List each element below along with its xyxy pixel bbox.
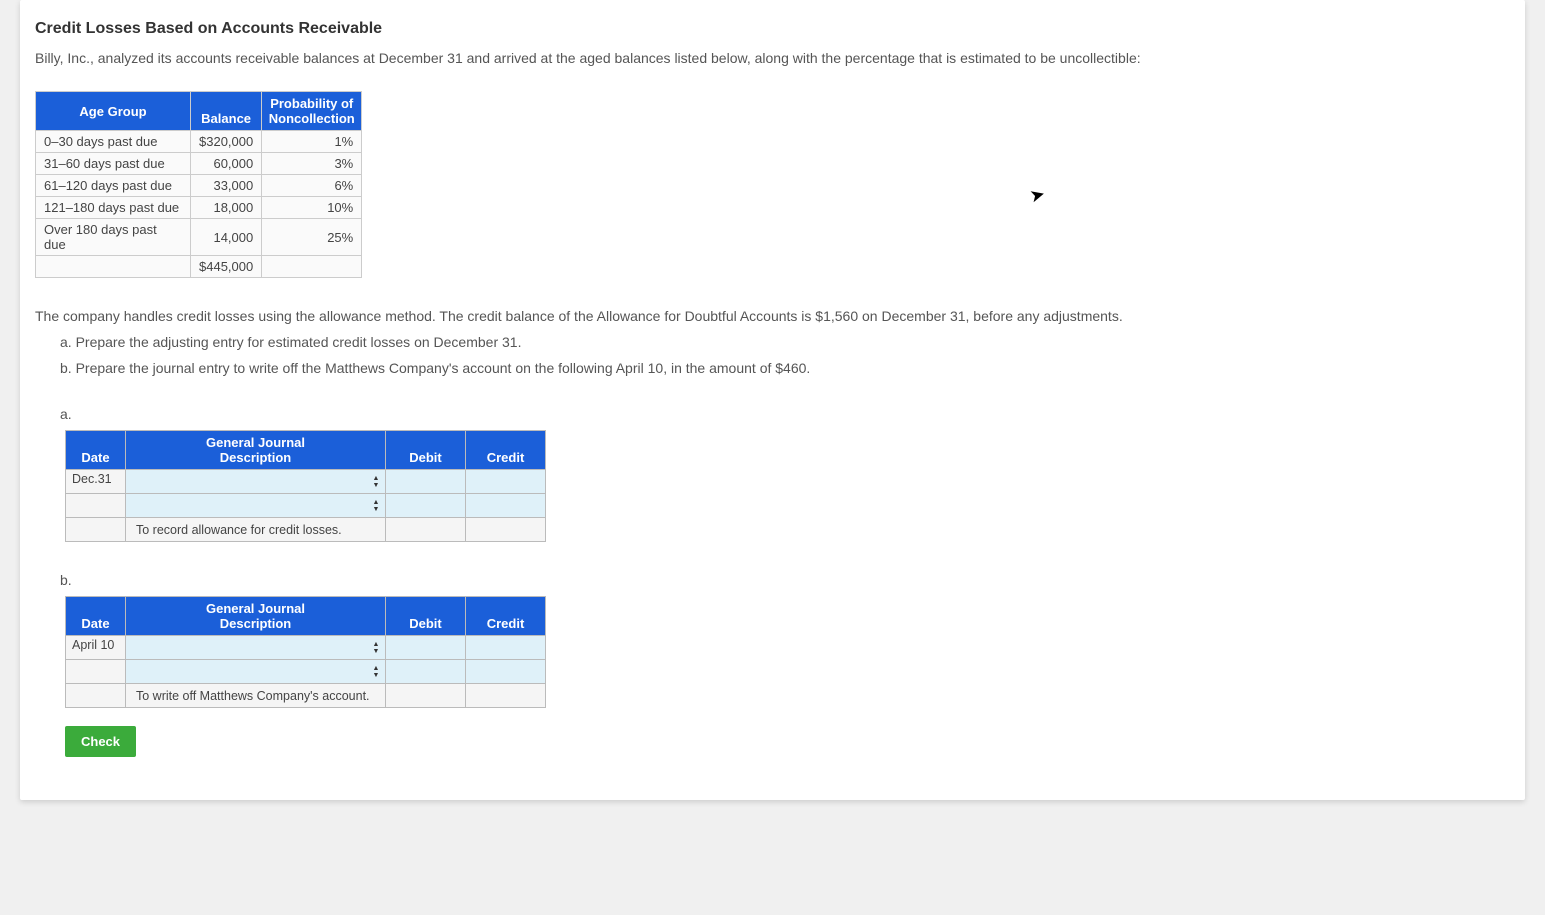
gj-header: General Journal bbox=[126, 431, 386, 451]
desc-header: Description bbox=[126, 450, 386, 470]
page-title: Credit Losses Based on Accounts Receivab… bbox=[35, 20, 1510, 38]
question-a: a. Prepare the adjusting entry for estim… bbox=[60, 334, 1510, 350]
date-cell-a: Dec.31 bbox=[66, 470, 126, 494]
date-header: Date bbox=[66, 431, 126, 470]
body-text: The company handles credit losses using … bbox=[35, 308, 1510, 324]
credit-input-b1[interactable] bbox=[466, 636, 546, 660]
table-row: Over 180 days past due 14,000 25% bbox=[36, 219, 362, 256]
section-b-label: b. bbox=[60, 572, 1510, 588]
credit-header: Credit bbox=[466, 597, 546, 636]
question-panel: Credit Losses Based on Accounts Receivab… bbox=[20, 0, 1525, 800]
desc-input-b1[interactable] bbox=[126, 636, 386, 660]
desc-input-a2[interactable] bbox=[126, 494, 386, 518]
cursor-icon: ➤ bbox=[1028, 183, 1048, 207]
stepper-icon[interactable] bbox=[369, 664, 383, 680]
stepper-icon[interactable] bbox=[369, 640, 383, 656]
memo-b: To write off Matthews Company's account. bbox=[126, 684, 386, 708]
intro-text: Billy, Inc., analyzed its accounts recei… bbox=[35, 50, 1510, 66]
memo-a: To record allowance for credit losses. bbox=[126, 518, 386, 542]
journal-table-a: Date General Journal Debit Credit Descri… bbox=[65, 430, 546, 542]
credit-input-a2[interactable] bbox=[466, 494, 546, 518]
question-b: b. Prepare the journal entry to write of… bbox=[60, 360, 1510, 376]
debit-header: Debit bbox=[386, 431, 466, 470]
section-a-label: a. bbox=[60, 406, 1510, 422]
desc-header: Description bbox=[126, 616, 386, 636]
debit-input-a2[interactable] bbox=[386, 494, 466, 518]
credit-input-a1[interactable] bbox=[466, 470, 546, 494]
balance-header: Balance bbox=[191, 92, 262, 131]
aged-balance-table: Age Group Balance Probability of Noncoll… bbox=[35, 91, 362, 278]
journal-table-b: Date General Journal Debit Credit Descri… bbox=[65, 596, 546, 708]
desc-input-b2[interactable] bbox=[126, 660, 386, 684]
date-header: Date bbox=[66, 597, 126, 636]
debit-input-a1[interactable] bbox=[386, 470, 466, 494]
table-row: 31–60 days past due 60,000 3% bbox=[36, 153, 362, 175]
table-total-row: $445,000 bbox=[36, 256, 362, 278]
debit-header: Debit bbox=[386, 597, 466, 636]
credit-header: Credit bbox=[466, 431, 546, 470]
stepper-icon[interactable] bbox=[369, 498, 383, 514]
gj-header: General Journal bbox=[126, 597, 386, 617]
debit-input-b2[interactable] bbox=[386, 660, 466, 684]
table-row: 121–180 days past due 18,000 10% bbox=[36, 197, 362, 219]
date-cell-b: April 10 bbox=[66, 636, 126, 660]
debit-input-b1[interactable] bbox=[386, 636, 466, 660]
prob-header: Probability of Noncollection bbox=[262, 92, 362, 131]
table-row: 0–30 days past due $320,000 1% bbox=[36, 131, 362, 153]
age-header: Age Group bbox=[36, 92, 191, 131]
desc-input-a1[interactable] bbox=[126, 470, 386, 494]
stepper-icon[interactable] bbox=[369, 474, 383, 490]
check-button[interactable]: Check bbox=[65, 726, 136, 757]
table-row: 61–120 days past due 33,000 6% bbox=[36, 175, 362, 197]
credit-input-b2[interactable] bbox=[466, 660, 546, 684]
